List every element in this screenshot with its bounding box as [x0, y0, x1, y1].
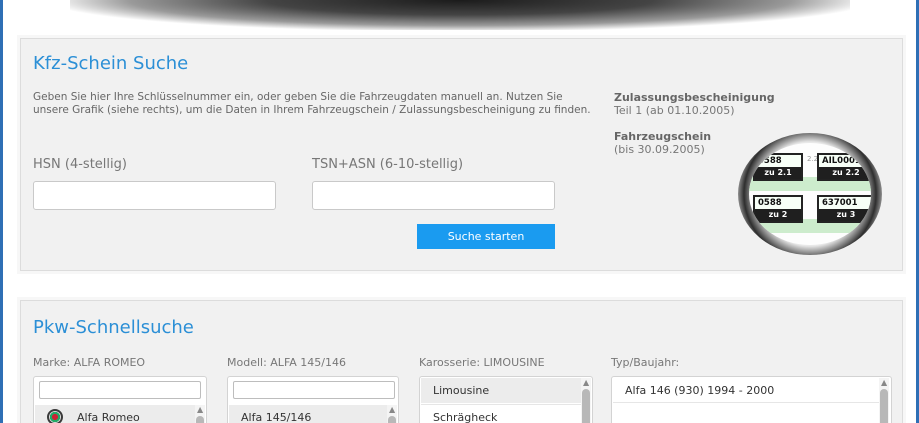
marke-filter-input[interactable]: [39, 381, 201, 399]
karosserie-scrollbar[interactable]: ▲: [581, 378, 591, 423]
typ-label: Typ/Baujahr:: [611, 356, 680, 369]
typ-item-alfa-146[interactable]: Alfa 146 (930) 1994 - 2000: [613, 378, 879, 403]
scroll-thumb[interactable]: [196, 416, 204, 423]
karosserie-item-limousine[interactable]: Limousine: [421, 378, 581, 403]
doc1-title: Zulassungsbescheinigung: [614, 91, 775, 104]
doc1-subtitle: Teil 1 (ab 01.10.2005): [614, 104, 735, 117]
zu-label: zu 2.2: [819, 167, 871, 179]
hsn-value-fs: 0588: [758, 198, 782, 208]
search-start-button[interactable]: Suche starten: [417, 224, 555, 249]
modell-scrollbar[interactable]: ▲: [387, 405, 397, 423]
kfz-search-intro: Geben Sie hier Ihre Schlüsselnummer ein,…: [33, 91, 591, 116]
tsn-value-fs: 637001: [822, 198, 858, 208]
hsn-value-zb1: 0588: [758, 156, 782, 166]
list-item-label: Alfa Romeo: [77, 410, 140, 423]
tsn-label: TSN+ASN (6-10-stellig): [312, 157, 464, 172]
typ-listbox[interactable]: Alfa 146 (930) 1994 - 2000 ▲: [611, 376, 892, 423]
list-item-label: Limousine: [433, 384, 490, 397]
hsn-label: HSN (4-stellig): [33, 157, 127, 172]
modell-label: Modell: ALFA 145/146: [227, 356, 346, 369]
marke-listbox[interactable]: Alfa Romeo ▲: [33, 376, 207, 423]
karosserie-item-schraegheck[interactable]: Schrägheck: [421, 404, 581, 423]
list-item-label: Alfa 145/146: [241, 410, 312, 423]
doc2-subtitle: (bis 30.09.2005): [614, 143, 705, 156]
marke-scrollbar[interactable]: ▲: [195, 405, 205, 423]
tsn-field-fs: 637001 zu 3: [817, 195, 871, 223]
scroll-thumb[interactable]: [388, 416, 396, 423]
list-item-label: Schrägheck: [433, 410, 498, 423]
zu-label: zu 2.1: [755, 167, 801, 179]
pkw-quicksearch-title: Pkw-Schnellsuche: [33, 317, 194, 338]
scroll-up-icon[interactable]: ▲: [197, 406, 203, 414]
marke-label: Marke: ALFA ROMEO: [33, 356, 146, 369]
header-decoration: [70, 0, 850, 30]
karosserie-label: Karosserie: LIMOUSINE: [419, 356, 545, 369]
zu-label: zu 2: [755, 209, 801, 221]
alfa-romeo-logo-icon: [47, 409, 63, 423]
modell-filter-input[interactable]: [233, 381, 395, 399]
scroll-thumb[interactable]: [582, 389, 590, 423]
marke-item-alfa-romeo[interactable]: Alfa Romeo: [35, 405, 195, 423]
hsn-field-fs: 0588 zu 2: [753, 195, 803, 223]
list-item-label: Alfa 146 (930) 1994 - 2000: [625, 383, 775, 397]
kfz-search-panel: Kfz-Schein Suche Geben Sie hier Ihre Sch…: [20, 38, 903, 271]
tsn-input[interactable]: [312, 181, 555, 210]
zu-label: zu 3: [819, 209, 871, 221]
modell-listbox[interactable]: Alfa 145/146 ▲: [227, 376, 399, 423]
hsn-input[interactable]: [33, 181, 276, 210]
tsn-field-zb1: AIL00019 zu 2.2: [817, 153, 871, 181]
hsn-field-zb1: 0588 zu 2.1: [753, 153, 803, 181]
modell-item-alfa-145-146[interactable]: Alfa 145/146: [229, 405, 387, 423]
scroll-thumb[interactable]: [880, 389, 888, 423]
magnifier-lens: 0588 zu 2.1 2.2 AIL00019 zu 2.2 0588 zu …: [749, 143, 871, 245]
scroll-up-icon[interactable]: ▲: [583, 379, 589, 387]
typ-scrollbar[interactable]: ▲: [879, 378, 889, 423]
scroll-up-icon[interactable]: ▲: [881, 379, 887, 387]
pkw-quicksearch-panel: Pkw-Schnellsuche Marke: ALFA ROMEO Model…: [20, 300, 903, 423]
doc2-title: Fahrzeugschein: [614, 130, 712, 143]
magnifier-graphic: 0588 zu 2.1 2.2 AIL00019 zu 2.2 0588 zu …: [738, 133, 882, 255]
tsn-value-zb1: AIL00019: [822, 156, 867, 166]
scroll-up-icon[interactable]: ▲: [389, 406, 395, 414]
kfz-search-title: Kfz-Schein Suche: [33, 53, 189, 74]
karosserie-listbox[interactable]: Limousine Schrägheck ▲: [419, 376, 593, 423]
